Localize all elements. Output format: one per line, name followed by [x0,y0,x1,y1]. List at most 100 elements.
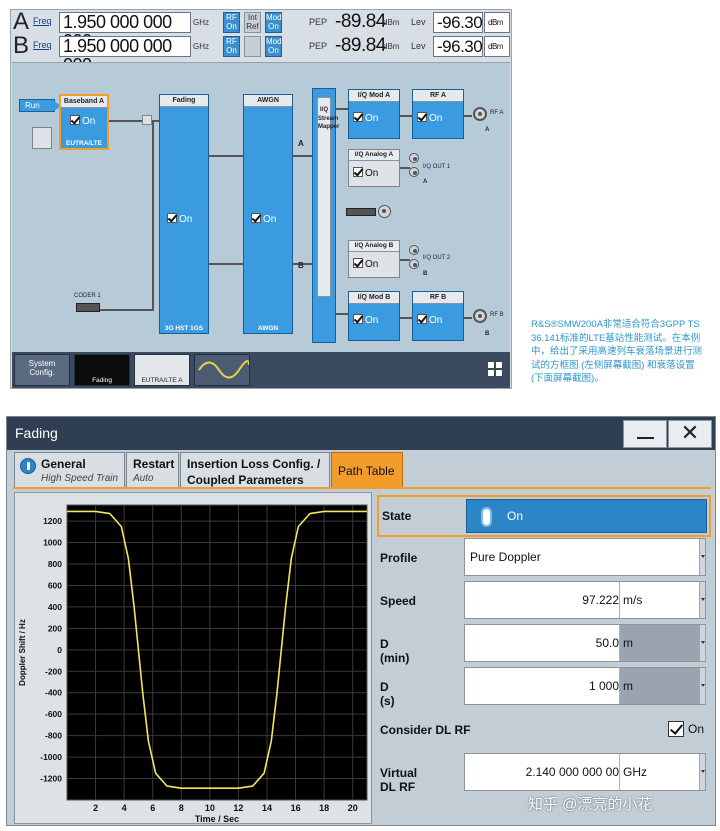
close-button[interactable]: ✕ [668,420,712,448]
iq-mod-b-checkbox[interactable]: On [353,314,378,326]
iq-analog-b-block[interactable]: I/Q Analog B On [348,240,400,278]
baseband-a-checkbox[interactable]: On [70,115,95,127]
tab-general[interactable]: General High Speed Train [14,452,125,488]
fading-checkbox[interactable]: On [167,213,192,225]
int-ref-toggle[interactable]: Int Ref [244,12,261,33]
watermark: 知乎 @漂亮的小花 [528,796,653,813]
pep-a-value: -89.84 [335,11,386,32]
lev-a-field[interactable]: -96.30 [433,12,483,33]
iq-analog-a-title: I/Q Analog A [349,150,399,161]
iq-mod-a-block[interactable]: I/Q Mod A On [348,89,400,139]
consider-dl-rf-checkbox[interactable] [668,721,684,737]
doppler-chart: 2 4 6 8 10 12 14 16 18 20 1200 1000 800 600 400 200 0 -20… [18,504,368,824]
chevron-down-icon [699,754,705,790]
lev-b-unit[interactable]: dBm [484,36,510,57]
iq-out1b-port-icon [409,167,419,177]
dialog-title: Fading [15,425,58,441]
pep-a-label: PEP [309,17,328,27]
y-tick-label: -600 [45,709,62,719]
rf-a-block[interactable]: RF A On [412,89,464,139]
speed-field[interactable]: 97.222 m/s [464,581,706,619]
state-toggle[interactable]: On [466,499,707,533]
x-tick-label: 16 [291,803,301,813]
lev-b-field[interactable]: -96.30 [433,36,483,57]
ds-field[interactable]: 1 000 m [464,667,706,705]
rf-b-block[interactable]: RF B On [412,291,464,341]
freq-a-unit: GHz [193,18,209,27]
x-tick-label: 18 [319,803,329,813]
virtual-dl-rf-label: Virtual DL RF [380,766,418,794]
chevron-down-icon [699,582,705,618]
tab-path-table[interactable]: Path Table [331,452,403,488]
iq-mod-b-block[interactable]: I/Q Mod B On [348,291,400,341]
lev-a-unit[interactable]: dBm [484,12,510,33]
x-axis-label: Time / Sec [195,814,239,824]
iq-out2-label: I/Q OUT 2 [423,255,451,261]
pep-b-unit: dBm [383,42,400,51]
rf-b-toggle[interactable]: RF On [223,36,240,57]
run-button[interactable]: Run [19,99,61,112]
profile-select[interactable]: Pure Doppler [464,538,706,576]
state-value: On [507,509,524,523]
minimize-button[interactable] [623,420,667,448]
freq-b-label[interactable]: Freq [33,40,52,50]
y-axis-label: Doppler Shift / Hz [18,619,27,686]
sine-wave-thumbnail[interactable] [194,354,250,386]
fading-block[interactable]: Fading On 3G HST 1GS [159,94,209,334]
y-tick-label: -1000 [40,752,62,762]
eutra-thumbnail[interactable]: EUTRA/LTE A [134,354,190,386]
dmin-label: D (min) [380,637,410,665]
y-tick-label: -800 [45,731,62,741]
taskbar: System Config. Fading EUTRA/LTE A [12,352,510,388]
freq-a-label[interactable]: Freq [33,16,52,26]
mod-a-toggle[interactable]: Mod On [265,12,282,33]
signal-flow-diagram: Run Baseband A On EUTRA/LTE Fading On 3G… [12,62,510,358]
iq-mod-a-title: I/Q Mod A [349,90,399,102]
virtual-dl-rf-field[interactable]: 2.140 000 000 00 GHz [464,753,706,791]
chevron-down-icon [699,539,705,575]
iq-mod-a-checkbox[interactable]: On [353,112,378,124]
iq-analog-a-block[interactable]: I/Q Analog A On [348,149,400,187]
rf-b-checkbox[interactable]: On [417,314,442,326]
tab-insertion-loss[interactable]: Insertion Loss Config. / Coupled Paramet… [180,452,330,488]
freq-a-field[interactable]: 1.950 000 000 000 [59,12,191,51]
fading-title: Fading [160,95,208,107]
baseband-a-block[interactable]: Baseband A On EUTRA/LTE [59,94,109,150]
mod-b-toggle[interactable]: Mod On [265,36,282,57]
grid-menu-icon[interactable] [484,354,508,386]
iq-out1-label: I/Q OUT 1 [423,164,451,170]
baseband-a-title: Baseband A [61,96,107,108]
dialog-titlebar: Fading ✕ [7,417,715,450]
iq-out1-letter: A [423,179,428,185]
x-tick-label: 10 [205,803,215,813]
iq-stream-mapper-block[interactable]: I/Q Stream Mapper [312,88,339,343]
rf-a-port-label: RF A [490,110,504,116]
rf-a-checkbox[interactable]: On [417,112,442,124]
y-tick-label: 800 [48,559,62,569]
awgn-title: AWGN [244,95,292,107]
mapper-title: I/Q Stream Mapper [317,97,339,297]
fading-thumbnail[interactable]: Fading [74,354,130,386]
x-tick-label: 2 [93,803,98,813]
consider-dl-rf-row: Consider DL RF On [377,710,711,750]
iq-analog-b-title: I/Q Analog B [349,241,399,252]
awgn-block[interactable]: AWGN On AWGN [243,94,293,334]
dmin-field[interactable]: 50.0 m [464,624,706,662]
y-tick-label: 0 [57,645,62,655]
system-config-button[interactable]: System Config. [14,354,70,386]
rf-a-letter: A [485,127,490,133]
doppler-plot-panel: 2 4 6 8 10 12 14 16 18 20 1200 1000 800 600 400 200 0 -20… [14,492,372,824]
awgn-checkbox[interactable]: On [251,213,276,225]
plot-area [66,504,368,801]
iq-analog-b-checkbox[interactable]: On [353,258,378,270]
trigger-icon[interactable] [32,127,52,149]
tab-restart[interactable]: Restart Auto [126,452,179,488]
iq-analog-a-checkbox[interactable]: On [353,167,378,179]
digital-port-icon [378,205,391,218]
freq-b-field[interactable]: 1.950 000 000 000 [59,36,191,75]
block-diagram-screenshot: A Freq 1.950 000 000 000 GHz RF On Int R… [10,9,512,389]
ref-icon[interactable] [244,36,261,57]
y-tick-label: -200 [45,666,62,676]
y-tick-label: 600 [48,580,62,590]
rf-a-toggle[interactable]: RF On [223,12,240,33]
